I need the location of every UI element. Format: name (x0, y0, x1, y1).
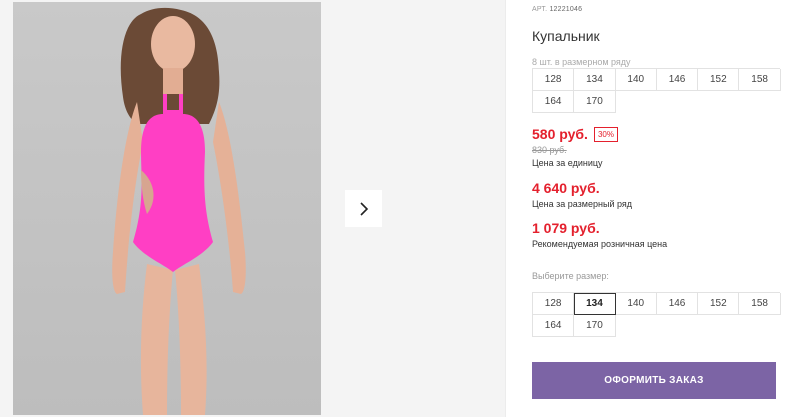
rrp-label: Рекомендуемая розничная цена (532, 239, 668, 249)
size-option[interactable]: 140 (615, 293, 657, 315)
size-option[interactable]: 170 (574, 315, 616, 337)
recommended-retail-price: 1 079 руб. (532, 220, 600, 236)
product-title: Купальник (532, 28, 600, 44)
size-row-cell: 140 (615, 69, 657, 91)
size-row-grid: 128 134 140 146 152 158 164 170 (532, 68, 781, 113)
size-row-cell: 134 (574, 69, 616, 91)
size-option[interactable]: 164 (533, 315, 575, 337)
panel-divider (505, 0, 506, 417)
product-photo (13, 2, 321, 415)
unit-price-label: Цена за единицу (532, 158, 603, 168)
size-option-selected[interactable]: 134 (574, 293, 616, 315)
unit-price-block: 580 руб. 30% (532, 126, 618, 142)
row-price: 4 640 руб. (532, 180, 600, 196)
place-order-button[interactable]: ОФОРМИТЬ ЗАКАЗ (532, 362, 776, 399)
row-price-label: Цена за размерный ряд (532, 199, 633, 209)
choose-size-label: Выберите размер: (532, 271, 609, 281)
article-number: АРТ. 12221046 (532, 6, 582, 13)
size-selector: 128 134 140 146 152 158 164 170 (532, 292, 781, 337)
article-code: 12221046 (549, 6, 583, 13)
size-option[interactable]: 128 (533, 293, 575, 315)
pack-note: 8 шт. в размерном ряду (532, 57, 631, 67)
article-label: АРТ. (532, 6, 548, 13)
size-row-cell: 164 (533, 91, 575, 113)
discount-badge: 30% (593, 126, 618, 142)
size-option[interactable]: 146 (656, 293, 699, 315)
size-option[interactable]: 158 (739, 293, 781, 315)
current-price: 580 руб. (532, 126, 588, 142)
chevron-right-icon (359, 201, 368, 216)
model-illustration (112, 7, 246, 415)
size-row-cell: 152 (698, 69, 740, 91)
product-gallery (0, 0, 505, 417)
size-row-cell: 158 (739, 69, 781, 91)
size-row-cell: 170 (574, 91, 616, 113)
size-row-cell: 146 (656, 69, 699, 91)
next-image-button[interactable] (345, 190, 382, 227)
size-option[interactable]: 152 (698, 293, 740, 315)
size-row-cell: 128 (533, 69, 575, 91)
old-price: 830 руб. (532, 145, 567, 155)
